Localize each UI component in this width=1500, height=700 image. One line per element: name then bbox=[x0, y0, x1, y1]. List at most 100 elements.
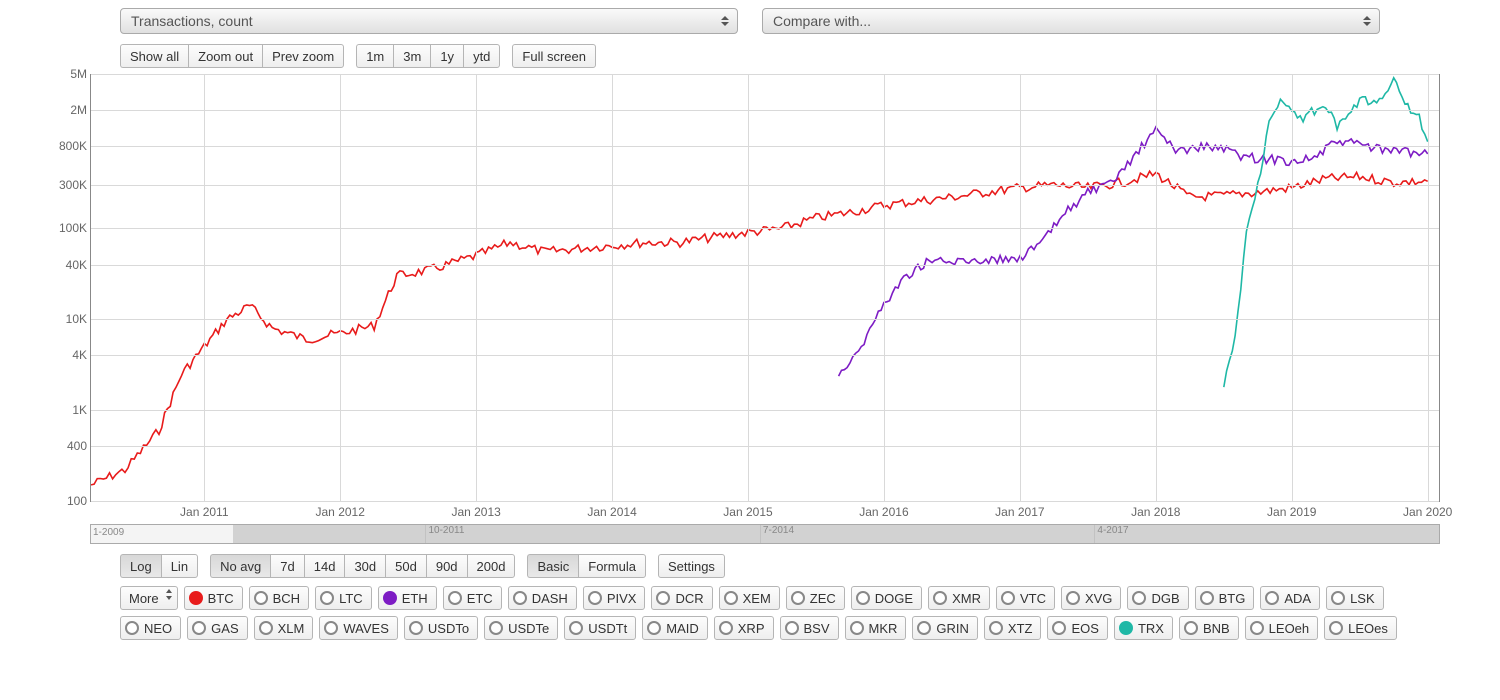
y-tick-label: 300K bbox=[41, 178, 87, 192]
coin-swatch-icon bbox=[383, 591, 397, 605]
coin-toggle-maid[interactable]: MAID bbox=[642, 616, 708, 640]
avg-200d-button[interactable]: 200d bbox=[467, 554, 516, 578]
coin-toggle-xtz[interactable]: XTZ bbox=[984, 616, 1042, 640]
coin-toggle-eth[interactable]: ETH bbox=[378, 586, 437, 610]
metric-select-value: Transactions, count bbox=[131, 13, 253, 29]
coin-swatch-icon bbox=[1250, 621, 1264, 635]
coin-swatch-icon bbox=[448, 591, 462, 605]
coin-label: LTC bbox=[339, 591, 363, 606]
coin-toggle-leoes[interactable]: LEOes bbox=[1324, 616, 1397, 640]
coin-toggle-usdte[interactable]: USDTe bbox=[484, 616, 558, 640]
avg-14d-button[interactable]: 14d bbox=[304, 554, 345, 578]
coin-toggle-bnb[interactable]: BNB bbox=[1179, 616, 1239, 640]
coin-toggle-mkr[interactable]: MKR bbox=[845, 616, 907, 640]
coin-label: DASH bbox=[532, 591, 568, 606]
range-group: 1m 3m 1y ytd bbox=[356, 44, 500, 68]
series-trx bbox=[1224, 78, 1428, 387]
coin-toggle-lsk[interactable]: LSK bbox=[1326, 586, 1384, 610]
range-1m-button[interactable]: 1m bbox=[356, 44, 393, 68]
formula-button[interactable]: Formula bbox=[578, 554, 646, 578]
coin-label: DGB bbox=[1151, 591, 1179, 606]
y-tick-label: 2M bbox=[41, 103, 87, 117]
coin-toggle-usdtt[interactable]: USDTt bbox=[564, 616, 636, 640]
coin-toggle-ltc[interactable]: LTC bbox=[315, 586, 372, 610]
coin-label: GAS bbox=[211, 621, 238, 636]
x-tick-label: Jan 2013 bbox=[451, 505, 500, 519]
coin-label: BTG bbox=[1219, 591, 1246, 606]
coin-toggle-xmr[interactable]: XMR bbox=[928, 586, 990, 610]
compare-select[interactable]: Compare with... bbox=[762, 8, 1380, 34]
coin-swatch-icon bbox=[656, 591, 670, 605]
coin-toggle-xlm[interactable]: XLM bbox=[254, 616, 314, 640]
lin-button[interactable]: Lin bbox=[161, 554, 198, 578]
coin-toggle-btc[interactable]: BTC bbox=[184, 586, 243, 610]
full-screen-button[interactable]: Full screen bbox=[512, 44, 596, 68]
scrubber-mark: 4-2017 bbox=[1094, 525, 1128, 543]
coin-toggle-bsv[interactable]: BSV bbox=[780, 616, 839, 640]
avg-7d-button[interactable]: 7d bbox=[270, 554, 303, 578]
coin-toggle-grin[interactable]: GRIN bbox=[912, 616, 978, 640]
zoom-out-button[interactable]: Zoom out bbox=[188, 44, 262, 68]
coin-toggle-pivx[interactable]: PIVX bbox=[583, 586, 646, 610]
prev-zoom-button[interactable]: Prev zoom bbox=[262, 44, 344, 68]
coin-toggle-etc[interactable]: ETC bbox=[443, 586, 502, 610]
show-all-button[interactable]: Show all bbox=[120, 44, 188, 68]
metric-select[interactable]: Transactions, count bbox=[120, 8, 738, 34]
range-ytd-button[interactable]: ytd bbox=[463, 44, 500, 68]
range-3m-button[interactable]: 3m bbox=[393, 44, 430, 68]
scrubber-window[interactable] bbox=[233, 525, 1439, 543]
coin-toggle-xvg[interactable]: XVG bbox=[1061, 586, 1121, 610]
more-coins-select[interactable]: More bbox=[120, 586, 178, 610]
chart-area[interactable]: 1004001K4K10K40K100K300K800K2M5MJan 2011… bbox=[90, 74, 1440, 502]
coin-label: NEO bbox=[144, 621, 172, 636]
coin-toggle-trx[interactable]: TRX bbox=[1114, 616, 1173, 640]
settings-button[interactable]: Settings bbox=[658, 554, 725, 578]
coin-label: USDTt bbox=[588, 621, 627, 636]
coin-label: PIVX bbox=[607, 591, 637, 606]
x-tick-label: Jan 2018 bbox=[1131, 505, 1180, 519]
chevron-updown-icon bbox=[721, 15, 731, 27]
coin-toggle-btg[interactable]: BTG bbox=[1195, 586, 1255, 610]
x-tick-label: Jan 2012 bbox=[316, 505, 365, 519]
coin-swatch-icon bbox=[1184, 621, 1198, 635]
coin-toggle-doge[interactable]: DOGE bbox=[851, 586, 922, 610]
coin-label: BTC bbox=[208, 591, 234, 606]
coin-toggle-xem[interactable]: XEM bbox=[719, 586, 780, 610]
coin-toggle-dash[interactable]: DASH bbox=[508, 586, 577, 610]
coin-toggle-ada[interactable]: ADA bbox=[1260, 586, 1320, 610]
coin-toggle-neo[interactable]: NEO bbox=[120, 616, 181, 640]
avg-30d-button[interactable]: 30d bbox=[344, 554, 385, 578]
coin-toggle-gas[interactable]: GAS bbox=[187, 616, 247, 640]
coin-label: XEM bbox=[743, 591, 771, 606]
coin-toggle-dcr[interactable]: DCR bbox=[651, 586, 712, 610]
coin-toggle-eos[interactable]: EOS bbox=[1047, 616, 1107, 640]
coin-toggle-zec[interactable]: ZEC bbox=[786, 586, 845, 610]
coin-toggle-usdto[interactable]: USDTo bbox=[404, 616, 478, 640]
basic-button[interactable]: Basic bbox=[527, 554, 578, 578]
coin-toggle-vtc[interactable]: VTC bbox=[996, 586, 1055, 610]
log-button[interactable]: Log bbox=[120, 554, 161, 578]
range-1y-button[interactable]: 1y bbox=[430, 44, 463, 68]
coin-label: ETH bbox=[402, 591, 428, 606]
x-tick-label: Jan 2020 bbox=[1403, 505, 1452, 519]
avg-90d-button[interactable]: 90d bbox=[426, 554, 467, 578]
coin-toggle-leoeh[interactable]: LEOeh bbox=[1245, 616, 1318, 640]
y-tick-label: 5M bbox=[41, 67, 87, 81]
coin-swatch-icon bbox=[125, 621, 139, 635]
y-tick-label: 1K bbox=[41, 403, 87, 417]
coin-swatch-icon bbox=[489, 621, 503, 635]
coin-swatch-icon bbox=[1331, 591, 1345, 605]
coin-label: BSV bbox=[804, 621, 830, 636]
coin-swatch-icon bbox=[647, 621, 661, 635]
coin-swatch-icon bbox=[785, 621, 799, 635]
avg-50d-button[interactable]: 50d bbox=[385, 554, 426, 578]
coin-toggle-waves[interactable]: WAVES bbox=[319, 616, 398, 640]
y-tick-label: 40K bbox=[41, 258, 87, 272]
time-scrubber[interactable]: 1-2009 2-2020 10-20117-20144-2017 bbox=[90, 524, 1440, 544]
coin-toggle-bch[interactable]: BCH bbox=[249, 586, 309, 610]
no-avg-button[interactable]: No avg bbox=[210, 554, 270, 578]
coin-toggle-dgb[interactable]: DGB bbox=[1127, 586, 1188, 610]
coin-swatch-icon bbox=[1265, 591, 1279, 605]
y-tick-label: 10K bbox=[41, 312, 87, 326]
coin-toggle-xrp[interactable]: XRP bbox=[714, 616, 774, 640]
